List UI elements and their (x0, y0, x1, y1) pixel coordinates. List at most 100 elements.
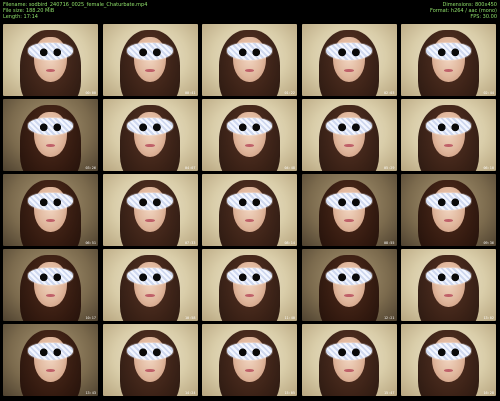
thumbnail-lips-shape (244, 293, 255, 297)
thumbnail-lips-shape (45, 143, 56, 147)
thumbnail-lips-shape (344, 68, 354, 72)
masquerade-mask-icon (326, 117, 372, 135)
video-thumbnail[interactable]: 14:24 (102, 324, 198, 396)
masquerade-mask-icon (226, 42, 273, 60)
video-thumbnail[interactable]: 08:14 (202, 174, 297, 246)
thumbnail-lips-shape (244, 368, 255, 372)
masquerade-mask-icon (425, 117, 472, 135)
masquerade-mask-icon (425, 267, 472, 285)
thumbnail-lips-shape (443, 368, 454, 372)
video-thumbnail[interactable]: 04:48 (202, 99, 297, 171)
thumbnail-timestamp: 05:29 (383, 166, 395, 170)
video-thumbnail[interactable]: 00:00 (3, 24, 98, 96)
video-thumbnail[interactable]: 04:07 (102, 99, 198, 171)
thumbnail-lips-shape (244, 218, 255, 222)
masquerade-mask-icon (425, 342, 472, 360)
thumbnail-timestamp: 06:51 (85, 241, 96, 245)
video-thumbnail[interactable]: 02:03 (301, 24, 397, 96)
video-thumbnail[interactable]: 12:21 (301, 249, 397, 321)
video-thumbnail[interactable]: 01:22 (202, 24, 297, 96)
thumbnail-lips-shape (145, 68, 155, 72)
masquerade-mask-icon (425, 192, 472, 210)
video-thumbnail[interactable]: 15:47 (301, 324, 397, 396)
thumbnail-lips-shape (45, 218, 56, 222)
masquerade-mask-icon (425, 42, 472, 60)
thumbnail-lips-shape (344, 368, 354, 372)
video-thumbnail[interactable]: 02:44 (401, 24, 496, 96)
thumbnail-grid: 00:00 00:41 01:22 02:03 02:44 03:26 04:07 04:48… (3, 24, 497, 398)
length-label: Length: 17:14 (3, 14, 38, 21)
thumbnail-timestamp: 15:05 (284, 391, 295, 395)
masquerade-mask-icon (326, 192, 372, 210)
video-thumbnail[interactable]: 11:40 (202, 249, 297, 321)
video-thumbnail[interactable]: 00:41 (102, 24, 198, 96)
video-thumbnail[interactable]: 07:33 (102, 174, 198, 246)
thumbnail-lips-shape (145, 293, 155, 297)
masquerade-mask-icon (127, 192, 173, 210)
thumbnail-timestamp: 10:17 (85, 316, 96, 320)
fps-label: FPS: 30.00 (470, 14, 497, 21)
thumbnail-lips-shape (344, 143, 354, 147)
thumbnail-timestamp: 15:47 (383, 391, 395, 395)
thumbnail-timestamp: 10:58 (184, 316, 196, 320)
video-thumbnail[interactable]: 09:36 (401, 174, 496, 246)
thumbnail-timestamp: 00:00 (85, 91, 96, 95)
masquerade-mask-icon (127, 342, 173, 360)
thumbnail-lips-shape (45, 68, 56, 72)
video-thumbnail[interactable]: 06:10 (401, 99, 496, 171)
video-thumbnail[interactable]: 13:02 (401, 249, 496, 321)
masquerade-mask-icon (27, 192, 74, 210)
thumbnail-timestamp: 06:10 (483, 166, 494, 170)
thumbnail-timestamp: 02:03 (383, 91, 395, 95)
video-thumbnail[interactable]: 13:43 (3, 324, 98, 396)
contact-sheet: Filename: sodbird_240716_0025_female_Cha… (0, 0, 500, 401)
thumbnail-lips-shape (443, 218, 454, 222)
masquerade-mask-icon (27, 42, 74, 60)
masquerade-mask-icon (226, 342, 273, 360)
thumbnail-timestamp: 12:21 (383, 316, 395, 320)
thumbnail-lips-shape (443, 68, 454, 72)
thumbnail-lips-shape (145, 368, 155, 372)
video-thumbnail[interactable]: 10:17 (3, 249, 98, 321)
masquerade-mask-icon (226, 117, 273, 135)
masquerade-mask-icon (326, 267, 372, 285)
thumbnail-timestamp: 11:40 (284, 316, 295, 320)
thumbnail-timestamp: 08:55 (383, 241, 395, 245)
masquerade-mask-icon (27, 117, 74, 135)
thumbnail-timestamp: 08:14 (284, 241, 295, 245)
video-thumbnail[interactable]: 06:51 (3, 174, 98, 246)
thumbnail-lips-shape (344, 293, 354, 297)
video-thumbnail[interactable]: 16:28 (401, 324, 496, 396)
thumbnail-lips-shape (45, 293, 56, 297)
thumbnail-timestamp: 16:28 (483, 391, 494, 395)
thumbnail-lips-shape (244, 143, 255, 147)
video-thumbnail[interactable]: 08:55 (301, 174, 397, 246)
masquerade-mask-icon (226, 267, 273, 285)
masquerade-mask-icon (226, 192, 273, 210)
masquerade-mask-icon (27, 342, 74, 360)
thumbnail-timestamp: 00:41 (184, 91, 196, 95)
video-thumbnail[interactable]: 03:26 (3, 99, 98, 171)
masquerade-mask-icon (127, 117, 173, 135)
thumbnail-lips-shape (443, 143, 454, 147)
thumbnail-timestamp: 13:43 (85, 391, 96, 395)
metadata-left: Filename: sodbird_240716_0025_female_Cha… (3, 2, 147, 21)
masquerade-mask-icon (27, 267, 74, 285)
thumbnail-timestamp: 02:44 (483, 91, 494, 95)
thumbnail-timestamp: 13:02 (483, 316, 494, 320)
video-thumbnail[interactable]: 05:29 (301, 99, 397, 171)
masquerade-mask-icon (326, 42, 372, 60)
video-thumbnail[interactable]: 10:58 (102, 249, 198, 321)
thumbnail-lips-shape (145, 143, 155, 147)
thumbnail-lips-shape (443, 293, 454, 297)
metadata-header: Filename: sodbird_240716_0025_female_Cha… (0, 0, 500, 22)
video-thumbnail[interactable]: 15:05 (202, 324, 297, 396)
thumbnail-lips-shape (45, 368, 56, 372)
thumbnail-lips-shape (244, 68, 255, 72)
thumbnail-timestamp: 01:22 (284, 91, 295, 95)
thumbnail-timestamp: 14:24 (184, 391, 196, 395)
thumbnail-timestamp: 09:36 (483, 241, 494, 245)
thumbnail-lips-shape (344, 218, 354, 222)
metadata-right: Dimensions: 800x450 Format: h264 / aac (… (430, 2, 497, 21)
masquerade-mask-icon (127, 42, 173, 60)
